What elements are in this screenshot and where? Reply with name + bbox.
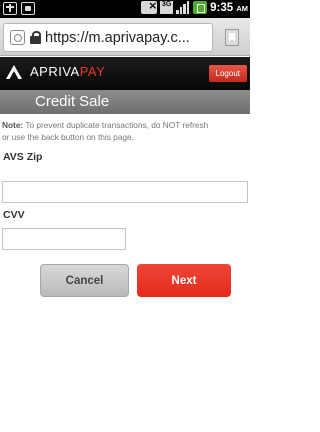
avs-zip-label: AVS Zip: [3, 151, 43, 163]
lock-icon: [30, 31, 41, 44]
browser-toolbar: https://m.aprivapay.c...: [0, 18, 250, 56]
page-title: Credit Sale: [35, 93, 110, 110]
clock-ampm: AM: [236, 3, 248, 13]
note-label: Note:: [2, 120, 24, 130]
duplicate-transaction-note: Note: To prevent duplicate transactions,…: [2, 119, 250, 143]
title-bar: Credit Sale: [0, 90, 250, 114]
address-bar[interactable]: https://m.aprivapay.c...: [3, 23, 213, 52]
logo-chevron-icon: [6, 64, 22, 79]
network-type-icon: 3G: [160, 1, 174, 14]
note-line-2: or use the back button on this page.: [2, 132, 134, 142]
apriva-logo: APRIVAPAY: [6, 64, 105, 79]
bookmark-icon: [225, 29, 239, 46]
logo-text: APRIVAPAY: [30, 64, 105, 79]
camera-notification-icon: [21, 2, 35, 15]
cvv-input[interactable]: [2, 228, 126, 250]
site-icon: [10, 30, 25, 45]
usb-notification-icon: [3, 2, 17, 15]
network-type-label: 3G: [161, 1, 172, 8]
url-text: https://m.aprivapay.c...: [45, 29, 190, 46]
logout-button[interactable]: Logout: [208, 65, 247, 82]
status-bar: 3G 9:35 AM: [0, 0, 250, 18]
mute-icon: [141, 0, 157, 14]
battery-icon: [193, 1, 208, 14]
note-line-1: To prevent duplicate transactions, do NO…: [23, 120, 209, 130]
signal-icon: [176, 1, 190, 14]
next-button[interactable]: Next: [137, 264, 231, 297]
clock: 9:35 AM: [210, 2, 248, 14]
logo-text-primary: APRIVA: [30, 64, 80, 79]
app-header: APRIVAPAY Logout: [0, 57, 250, 90]
clock-time: 9:35: [210, 1, 234, 14]
logo-text-accent: PAY: [79, 64, 106, 79]
cancel-button[interactable]: Cancel: [40, 264, 129, 297]
cvv-label: CVV: [3, 209, 25, 221]
bookmarks-button[interactable]: [217, 23, 247, 52]
avs-zip-input[interactable]: [2, 181, 248, 203]
